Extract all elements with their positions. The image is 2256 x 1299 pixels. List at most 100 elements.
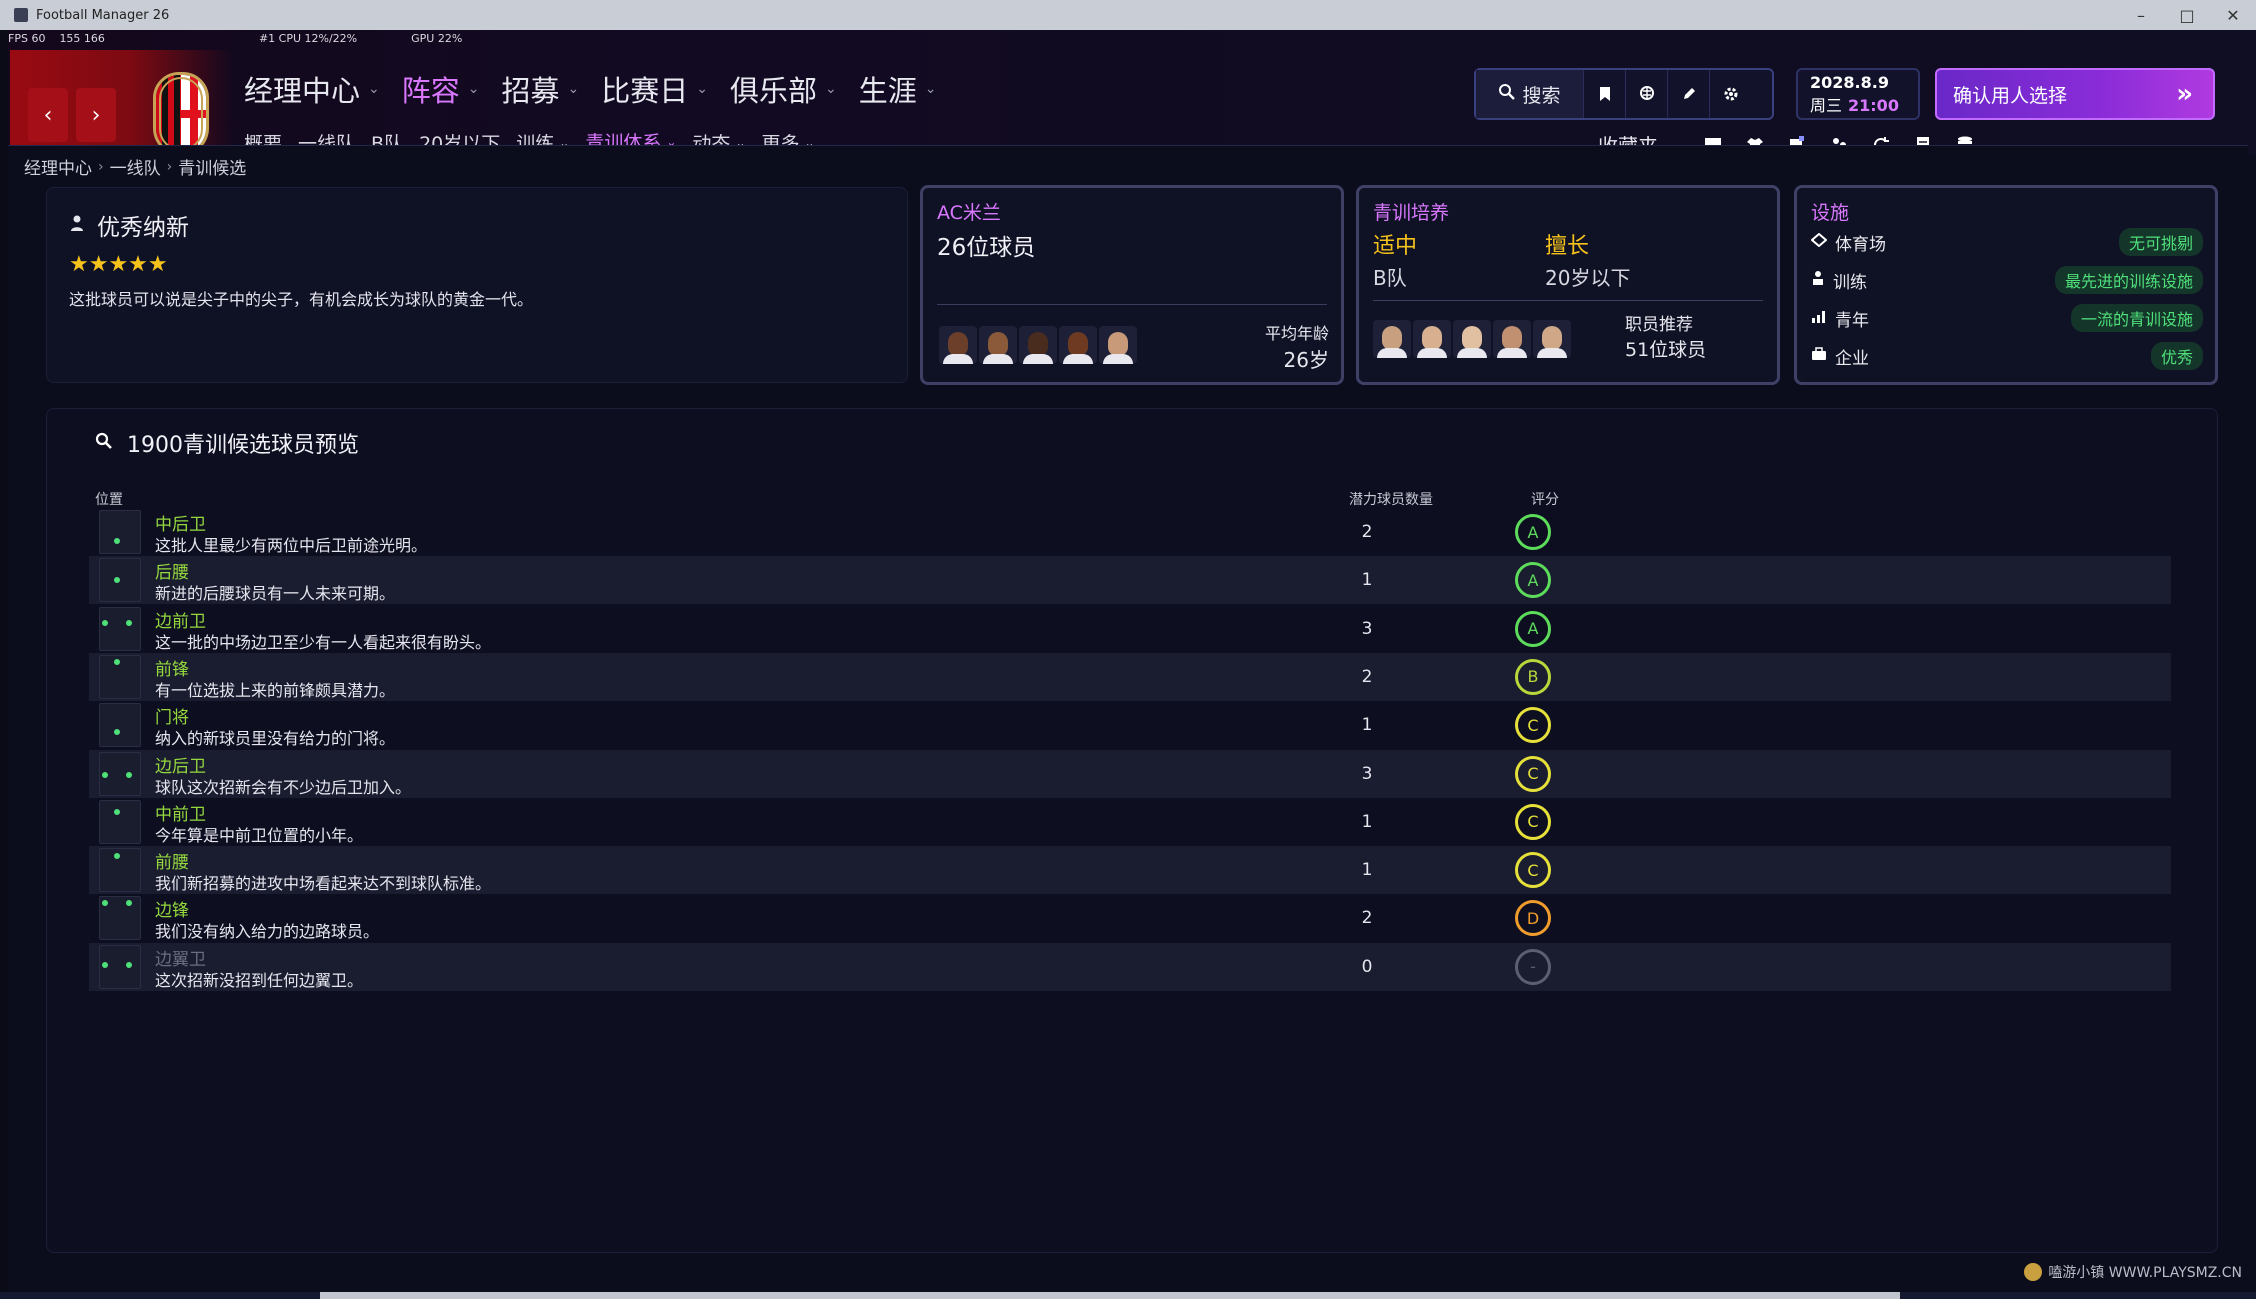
facility-rating: 一流的青训设施 — [2070, 304, 2203, 332]
cpu-readout: #1 CPU 12%/22% — [258, 32, 358, 45]
grade-badge: - — [1515, 948, 1551, 985]
candidate-row[interactable]: 边前卫 这一批的中场边卫至少有一人看起来很有盼头。 3 A — [89, 605, 2171, 653]
position-dot — [126, 900, 132, 907]
top-header: FPS 60 155 166 #1 CPU 12%/22% GPU 22% ‹ … — [0, 30, 2256, 161]
position-note: 纳入的新球员里没有给力的门将。 — [155, 729, 396, 749]
club-crest-logo[interactable] — [153, 72, 209, 156]
main-nav: 经理中心 ⌄ 阵容 ⌄ 招募 ⌄ 比赛日 ⌄ 俱乐部 ⌄ 生涯 ⌄ — [244, 68, 937, 110]
gear-icon[interactable] — [1710, 70, 1752, 118]
weekday-value: 周三 — [1810, 96, 1843, 115]
frame-readout: 155 166 — [59, 32, 105, 45]
staff-avatar[interactable] — [1413, 320, 1451, 358]
main-nav-squad[interactable]: 阵容 ⌄ — [402, 68, 480, 110]
position-pitch-icon — [99, 510, 141, 554]
position-pitch-icon — [99, 654, 141, 699]
window-title: Football Manager 26 — [36, 7, 170, 23]
main-nav-manager-center[interactable]: 经理中心 ⌄ — [244, 68, 380, 110]
youth-development-card[interactable]: 青训培养 适中 擅长 B队 20岁以下 职员推荐 51位球员 — [1356, 185, 1780, 385]
candidate-row[interactable]: 前腰 我们新招募的进攻中场看起来达不到球队标准。 1 C — [89, 846, 2171, 895]
back-button[interactable]: ‹ — [28, 88, 68, 142]
watermark-logo — [2024, 1263, 2043, 1281]
chevron-down-icon: ⌄ — [825, 81, 837, 97]
position-dot — [114, 537, 120, 544]
potential-count: 2 — [1361, 522, 1373, 542]
potential-count: 3 — [1361, 763, 1373, 784]
main-nav-career[interactable]: 生涯 ⌄ — [859, 68, 937, 110]
player-avatar[interactable] — [939, 326, 977, 364]
breadcrumb-item[interactable]: 一线队 — [110, 154, 161, 179]
grade-badge: C — [1515, 803, 1551, 840]
window-controls: – □ ✕ — [2118, 0, 2256, 30]
candidate-row[interactable]: 前锋 有一位选拔上来的前锋颇具潜力。 2 B — [89, 652, 2171, 701]
forward-button[interactable]: › — [76, 88, 116, 142]
game-date[interactable]: 2028.8.9 周三 21:00 — [1796, 68, 1920, 120]
facility-label: 青年 — [1835, 310, 1869, 331]
corporate-icon — [1811, 346, 1827, 366]
main-nav-matchday[interactable]: 比赛日 ⌄ — [601, 68, 708, 110]
intake-title: 优秀纳新 — [97, 215, 189, 241]
maximize-button[interactable]: □ — [2164, 0, 2210, 30]
fps-readout: FPS 60 — [8, 32, 46, 45]
staff-avatar[interactable] — [1533, 320, 1571, 358]
player-faces — [939, 326, 1137, 364]
main-nav-label: 阵容 — [401, 74, 460, 108]
breadcrumb-item: 青训候选 — [178, 159, 247, 179]
candidate-row[interactable]: 中前卫 今年算是中前卫位置的小年。 1 C — [89, 798, 2171, 846]
facilities-card[interactable]: 设施 体育场 无可挑剔 训练 最先进的训练设施 青年 一流的青训设施 企业 优秀 — [1794, 185, 2218, 385]
position-note: 新进的后腰球员有一人未来可期。 — [155, 584, 396, 604]
main-nav-label: 俱乐部 — [730, 74, 818, 108]
position-pitch-icon — [99, 751, 141, 796]
main-nav-recruitment[interactable]: 招募 ⌄ — [502, 68, 580, 110]
chevron-right-icon: › — [166, 158, 173, 175]
youth-level-b-team: 适中 — [1373, 234, 1418, 259]
position-dot — [126, 772, 132, 779]
player-avatar[interactable] — [979, 326, 1017, 364]
search-label: 搜索 — [1522, 84, 1561, 107]
position-pitch-icon — [99, 558, 141, 603]
brain-icon[interactable] — [1626, 70, 1668, 118]
candidate-row[interactable]: 边后卫 球队这次招新会有不少边后卫加入。 3 C — [89, 749, 2171, 798]
potential-count: 3 — [1361, 618, 1373, 639]
grade-badge: A — [1515, 562, 1551, 599]
player-avatar[interactable] — [1059, 326, 1097, 364]
column-header-grade[interactable]: 评分 — [1531, 489, 1559, 509]
potential-count: 1 — [1361, 860, 1373, 881]
candidate-row[interactable]: 门将 纳入的新球员里没有给力的门将。 1 C — [89, 701, 2171, 749]
search-button[interactable]: 搜索 — [1476, 70, 1584, 118]
close-button[interactable]: ✕ — [2210, 0, 2256, 30]
player-avatar[interactable] — [1099, 326, 1137, 364]
facility-label: 企业 — [1835, 348, 1869, 369]
candidate-row[interactable]: 边锋 我们没有纳入给力的边路球员。 2 D — [89, 894, 2171, 942]
pencil-icon[interactable] — [1668, 70, 1710, 118]
staff-avatar[interactable] — [1493, 320, 1531, 358]
main-nav-club[interactable]: 俱乐部 ⌄ — [730, 68, 837, 110]
chevron-down-icon: ⌄ — [567, 81, 580, 97]
candidate-row[interactable]: 后腰 新进的后腰球员有一人未来可期。 1 A — [89, 556, 2171, 605]
bookmark-icon[interactable] — [1584, 70, 1626, 118]
facility-rating: 优秀 — [2150, 342, 2203, 370]
left-edge — [0, 30, 8, 1299]
position-pitch-icon — [99, 799, 141, 844]
minimize-button[interactable]: – — [2118, 0, 2164, 30]
staff-avatar[interactable] — [1453, 320, 1491, 358]
column-header-count[interactable]: 潜力球员数量 — [1349, 489, 1433, 509]
staff-avatar[interactable] — [1373, 320, 1411, 358]
position-dot — [102, 772, 108, 779]
chevron-down-icon: ⌄ — [368, 81, 380, 97]
candidate-row[interactable]: 中后卫 这批人里最少有两位中后卫前途光明。 2 A — [89, 508, 2171, 556]
column-header-position[interactable]: 位置 — [95, 489, 123, 509]
grade-badge: A — [1515, 610, 1551, 647]
staff-recommendation: 职员推荐 51位球员 — [1625, 310, 1706, 362]
grade-badge: C — [1515, 755, 1551, 792]
breadcrumb-item[interactable]: 经理中心 — [24, 154, 92, 179]
window-titlebar: Football Manager 26 – □ ✕ — [0, 0, 2256, 30]
bottom-bar — [0, 1292, 2256, 1299]
intake-description: 这批球员可以说是尖子中的尖子，有机会成长为球队的黄金一代。 — [69, 290, 534, 309]
position-dot — [102, 962, 108, 969]
average-age: 平均年龄 26岁 — [1265, 320, 1329, 373]
candidate-row[interactable]: 边翼卫 这次招新没招到任何边翼卫。 0- — [89, 942, 2171, 991]
player-avatar[interactable] — [1019, 326, 1057, 364]
club-squad-card[interactable]: AC米兰 26位球员 平均年龄 26岁 — [920, 185, 1344, 385]
confirm-selection-button[interactable]: 确认用人选择 » — [1935, 68, 2215, 120]
club-name: AC米兰 — [937, 202, 1001, 224]
